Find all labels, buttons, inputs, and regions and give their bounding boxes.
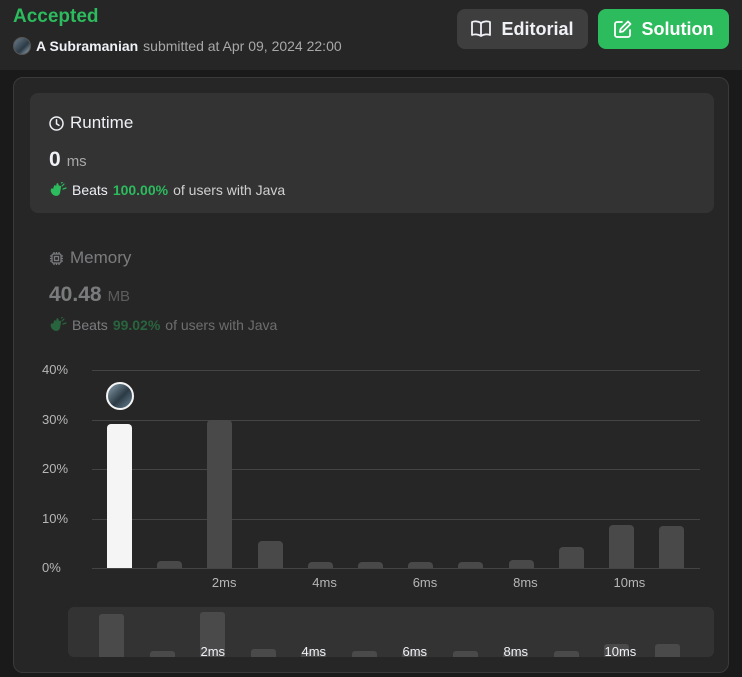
overview-bar — [99, 613, 124, 657]
overview-tick-label: 8ms — [503, 644, 529, 657]
runtime-title: Runtime — [49, 113, 133, 133]
runtime-metric: 0 ms — [49, 148, 87, 172]
y-tick-label: 20% — [42, 461, 69, 476]
edit-icon — [613, 20, 632, 38]
bar-1ms[interactable] — [157, 560, 183, 568]
gridline — [92, 419, 700, 421]
clapping-hands-icon — [49, 182, 67, 198]
y-tick-label: 40% — [42, 362, 69, 377]
overview-bar — [654, 644, 680, 657]
y-tick-label: 30% — [42, 411, 69, 427]
runtime-unit: ms — [66, 153, 87, 170]
gridline — [92, 370, 700, 371]
x-tick-label: 8ms — [513, 575, 538, 590]
bar-10ms[interactable] — [609, 524, 634, 568]
submitted-time: submitted at Apr 09, 2024 22:00 — [143, 38, 342, 54]
memory-beats-percent: 99.02% — [112, 317, 161, 333]
overview-bar — [553, 650, 579, 657]
status-title: Accepted — [13, 6, 99, 27]
runtime-beats-percent: 100.00% — [112, 182, 169, 198]
runtime-value: 0 — [49, 148, 61, 171]
clapping-hands-icon — [49, 317, 67, 333]
overview-bar — [452, 651, 478, 657]
overview-tick-label: 10ms — [604, 644, 637, 657]
memory-beats: Beats 99.02% of users with Java — [49, 317, 277, 333]
x-tick-label: 4ms — [312, 575, 337, 590]
bar-2ms[interactable] — [207, 419, 233, 568]
bar-5ms[interactable] — [358, 561, 383, 568]
user-avatar[interactable] — [13, 37, 31, 55]
gridline — [92, 568, 700, 569]
runtime-card[interactable]: Runtime 0 ms Beats 100.00% of users with… — [30, 93, 714, 213]
result-panel: Runtime 0 ms Beats 100.00% of users with… — [13, 77, 729, 673]
user-avatar-marker — [105, 382, 134, 411]
book-icon — [471, 20, 492, 38]
runtime-beats: Beats 100.00% of users with Java — [49, 182, 285, 198]
memory-card[interactable]: Memory 40.48 MB Beats 99.02% of users wi… — [30, 228, 714, 338]
memory-metric: 40.48 MB — [49, 283, 130, 307]
y-tick-label: 10% — [42, 510, 69, 526]
chart-overview-brush[interactable]: 2ms 4ms 6ms 8ms 10ms — [68, 607, 714, 657]
username-link[interactable]: A Subramanian — [36, 38, 138, 54]
bar-8ms[interactable] — [508, 560, 534, 568]
bar-4ms[interactable] — [307, 561, 333, 568]
memory-value: 40.48 — [49, 283, 102, 306]
editorial-button[interactable]: Editorial — [457, 9, 588, 49]
bar-0ms[interactable] — [107, 424, 132, 568]
memory-title: Memory — [49, 248, 131, 268]
gridline — [92, 469, 700, 470]
clock-icon — [49, 115, 64, 131]
x-tick-label: 10ms — [613, 575, 646, 590]
bar-7ms[interactable] — [458, 561, 484, 568]
bar-6ms[interactable] — [408, 561, 434, 568]
bar-3ms[interactable] — [257, 540, 283, 568]
bar-11ms[interactable] — [659, 526, 685, 568]
overview-bar — [351, 651, 377, 657]
overview-tick-label: 4ms — [301, 644, 327, 657]
submission-header: Accepted A Subramanian submitted at Apr … — [0, 0, 742, 70]
solution-button[interactable]: Solution — [598, 9, 729, 49]
overview-tick-label: 2ms — [200, 644, 226, 657]
overview-tick-label: 6ms — [402, 644, 428, 657]
gridline — [92, 518, 700, 520]
y-tick-label: 0% — [42, 560, 61, 575]
solution-label: Solution — [641, 18, 714, 39]
chip-icon — [49, 251, 64, 266]
bar-9ms[interactable] — [558, 546, 584, 568]
overview-bar — [250, 648, 276, 657]
overview-bar — [149, 651, 175, 657]
memory-unit: MB — [107, 288, 131, 305]
x-tick-label: 2ms — [211, 575, 237, 590]
runtime-distribution-chart[interactable]: 0% 10% 20% 30% 40% 2ms 4ms 6ms 8ms 10ms — [14, 348, 730, 598]
submission-info: A Subramanian submitted at Apr 09, 2024 … — [13, 37, 342, 55]
x-tick-label: 6ms — [412, 575, 438, 590]
editorial-label: Editorial — [501, 18, 574, 39]
